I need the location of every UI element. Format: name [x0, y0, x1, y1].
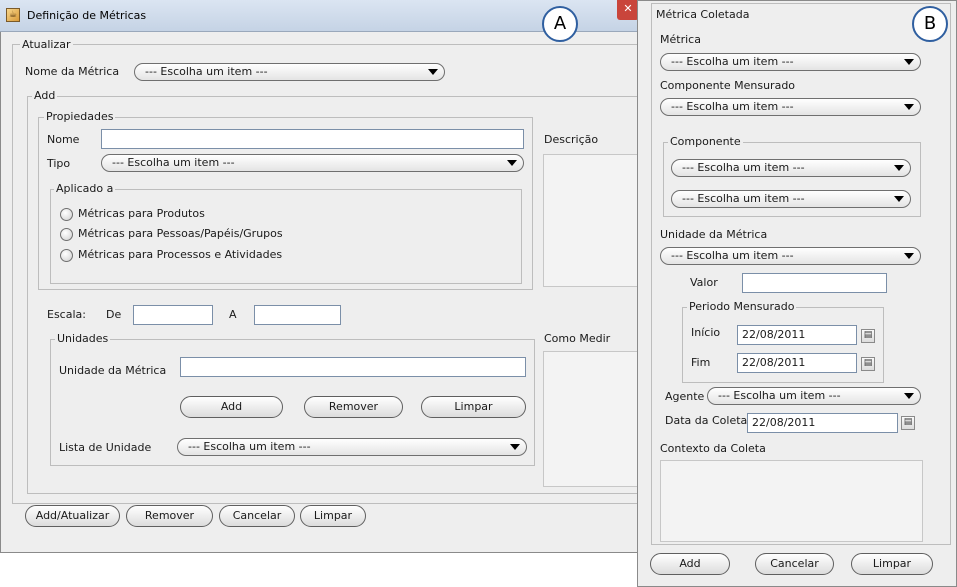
unidade-remover-button[interactable]: Remover	[304, 396, 403, 418]
componente-select-1-value: --- Escolha um item ---	[682, 161, 805, 174]
calendar-icon[interactable]: ▤	[861, 357, 875, 371]
lista-unidade-select[interactable]: --- Escolha um item ---	[177, 438, 527, 456]
escala-a-input[interactable]	[254, 305, 341, 325]
nome-input[interactable]	[101, 129, 524, 149]
componente-mensurado-select[interactable]: --- Escolha um item ---	[660, 98, 921, 116]
como-medir-textarea[interactable]	[543, 351, 638, 487]
metric-name-label: Nome da Métrica	[25, 65, 120, 78]
unidade-metrica-label: Unidade da Métrica	[59, 364, 167, 377]
como-medir-label: Como Medir	[544, 332, 611, 345]
contexto-textarea[interactable]	[660, 460, 923, 542]
radio-processos-label: Métricas para Processos e Atividades	[78, 248, 283, 261]
calendar-icon[interactable]: ▤	[861, 329, 875, 343]
componente-select-1[interactable]: --- Escolha um item ---	[671, 159, 911, 177]
escala-de-label: De	[106, 308, 122, 321]
componente-legend: Componente	[668, 135, 743, 148]
aplicado-legend: Aplicado a	[54, 182, 116, 195]
remover-button[interactable]: Remover	[126, 505, 213, 527]
componente-select-2[interactable]: --- Escolha um item ---	[671, 190, 911, 208]
componente-mensurado-label: Componente Mensurado	[660, 79, 796, 92]
agente-select-value: --- Escolha um item ---	[718, 389, 841, 402]
calendar-icon[interactable]: ▤	[901, 416, 915, 430]
metrica-select-value: --- Escolha um item ---	[671, 55, 794, 68]
unidade-metrica-b-select-value: --- Escolha um item ---	[671, 249, 794, 262]
add-atualizar-button[interactable]: Add/Atualizar	[25, 505, 120, 527]
tipo-select[interactable]: --- Escolha um item ---	[101, 154, 524, 172]
radio-produtos[interactable]	[60, 208, 73, 221]
inicio-label: Início	[691, 326, 721, 339]
periodo-legend: Periodo Mensurado	[687, 300, 797, 313]
chevron-down-icon	[510, 444, 520, 450]
atualizar-legend: Atualizar	[20, 38, 73, 51]
chevron-down-icon	[904, 59, 914, 65]
unidade-metrica-b-select[interactable]: --- Escolha um item ---	[660, 247, 921, 265]
metrica-coletada-legend: Métrica Coletada	[654, 8, 752, 21]
unidade-metrica-input[interactable]	[180, 357, 526, 377]
unidades-legend: Unidades	[55, 332, 111, 345]
window-title: Definição de Métricas	[27, 9, 147, 22]
agente-label: Agente	[665, 390, 705, 403]
tipo-label: Tipo	[47, 157, 71, 170]
propiedades-legend: Propiedades	[44, 110, 116, 123]
valor-input[interactable]	[742, 273, 887, 293]
limpar-button[interactable]: Limpar	[300, 505, 366, 527]
radio-produtos-label: Métricas para Produtos	[78, 207, 205, 220]
chevron-down-icon	[904, 253, 914, 259]
fim-date-input[interactable]: 22/08/2011	[737, 353, 857, 373]
cancelar-button[interactable]: Cancelar	[219, 505, 295, 527]
radio-processos[interactable]	[60, 249, 73, 262]
componente-mensurado-select-value: --- Escolha um item ---	[671, 100, 794, 113]
inicio-date-input[interactable]: 22/08/2011	[737, 325, 857, 345]
radio-pessoas-label: Métricas para Pessoas/Papéis/Grupos	[78, 227, 283, 240]
badge-b: B	[912, 6, 948, 42]
b-add-button[interactable]: Add	[650, 553, 730, 575]
descricao-label: Descrição	[544, 133, 599, 146]
chevron-down-icon	[507, 160, 517, 166]
componente-select-2-value: --- Escolha um item ---	[682, 192, 805, 205]
escala-label: Escala:	[47, 308, 86, 321]
chevron-down-icon	[428, 69, 438, 75]
chevron-down-icon	[894, 196, 904, 202]
data-coleta-label: Data da Coleta	[665, 414, 748, 427]
agente-select[interactable]: --- Escolha um item ---	[707, 387, 921, 405]
add-legend: Add	[32, 89, 58, 102]
fim-label: Fim	[691, 356, 711, 369]
b-limpar-button[interactable]: Limpar	[851, 553, 933, 575]
escala-a-label: A	[229, 308, 237, 321]
metrica-label: Métrica	[660, 33, 701, 46]
escala-de-input[interactable]	[133, 305, 213, 325]
metric-name-select-value: --- Escolha um item ---	[145, 65, 268, 78]
nome-label: Nome	[47, 133, 80, 146]
unidade-add-button[interactable]: Add	[180, 396, 283, 418]
metric-name-select[interactable]: --- Escolha um item ---	[134, 63, 445, 81]
lista-unidade-label: Lista de Unidade	[59, 441, 152, 454]
tipo-select-value: --- Escolha um item ---	[112, 156, 235, 169]
chevron-down-icon	[904, 393, 914, 399]
chevron-down-icon	[904, 104, 914, 110]
descricao-textarea[interactable]	[543, 154, 638, 287]
contexto-label: Contexto da Coleta	[660, 442, 766, 455]
data-coleta-input[interactable]: 22/08/2011	[747, 413, 898, 433]
b-cancelar-button[interactable]: Cancelar	[755, 553, 834, 575]
metrica-select[interactable]: --- Escolha um item ---	[660, 53, 921, 71]
unidade-limpar-button[interactable]: Limpar	[421, 396, 526, 418]
radio-pessoas[interactable]	[60, 228, 73, 241]
badge-a: A	[542, 6, 578, 42]
chevron-down-icon	[894, 165, 904, 171]
close-button[interactable]: ✕	[617, 0, 639, 20]
java-cup-icon: ☕	[6, 8, 20, 22]
unidade-metrica-b-label: Unidade da Métrica	[660, 228, 768, 241]
lista-unidade-select-value: --- Escolha um item ---	[188, 440, 311, 453]
valor-label: Valor	[690, 276, 718, 289]
